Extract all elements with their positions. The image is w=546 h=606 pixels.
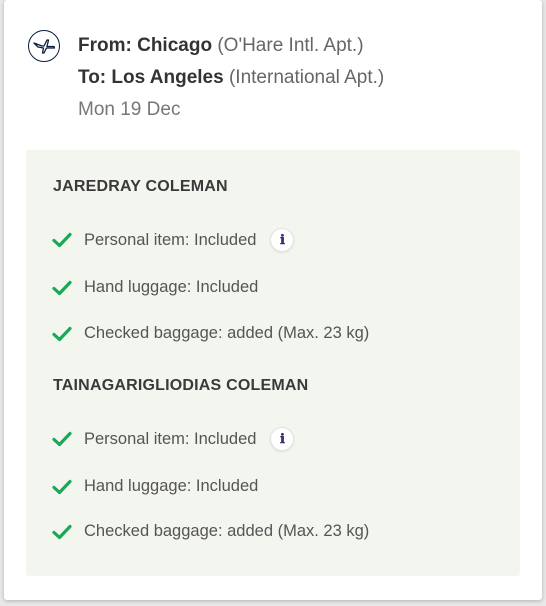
baggage-line-personal-item: Personal item: Included ℹ [52,427,295,451]
check-icon [52,431,72,447]
to-line: To: Los Angeles (International Apt.) [78,62,384,94]
to-label: To: Los Angeles [78,67,224,88]
check-icon [52,524,72,539]
from-airport: (O'Hare Intl. Apt.) [217,35,364,56]
baggage-text: Hand luggage: Included [84,477,259,495]
check-icon [52,326,72,341]
baggage-text: Checked baggage: added (Max. 23 kg) [84,522,370,540]
to-airport: (International Apt.) [228,67,385,88]
baggage-line-hand-luggage: Hand luggage: Included [52,278,258,297]
info-icon[interactable]: ℹ [270,228,295,252]
baggage-line-checked: Checked baggage: added (Max. 23 kg) [52,324,369,343]
flight-baggage-card: From: Chicago (O'Hare Intl. Apt.) To: Lo… [4,0,542,600]
from-label: From: Chicago [78,35,213,56]
check-icon [52,232,72,248]
check-icon [52,479,72,494]
passenger-name: JAREDRAY COLEMAN [53,178,228,195]
crane-logo-icon [28,30,60,62]
baggage-text: Hand luggage: Included [84,278,259,296]
info-icon[interactable]: ℹ [270,427,295,451]
from-line: From: Chicago (O'Hare Intl. Apt.) [78,30,384,62]
flight-date: Mon 19 Dec [78,99,181,120]
baggage-line-personal-item: Personal item: Included ℹ [52,228,295,252]
baggage-text: Personal item: Included [84,230,257,249]
baggage-line-checked: Checked baggage: added (Max. 23 kg) [52,522,369,541]
passenger-name: TAINAGARIGLIODIAS COLEMAN [53,377,309,394]
baggage-text: Personal item: Included [84,429,257,448]
baggage-line-hand-luggage: Hand luggage: Included [52,477,258,496]
check-icon [52,280,72,295]
baggage-text: Checked baggage: added (Max. 23 kg) [84,324,370,342]
route-summary: From: Chicago (O'Hare Intl. Apt.) To: Lo… [28,30,384,126]
baggage-panel: JAREDRAY COLEMAN Personal item: Included… [26,150,520,576]
